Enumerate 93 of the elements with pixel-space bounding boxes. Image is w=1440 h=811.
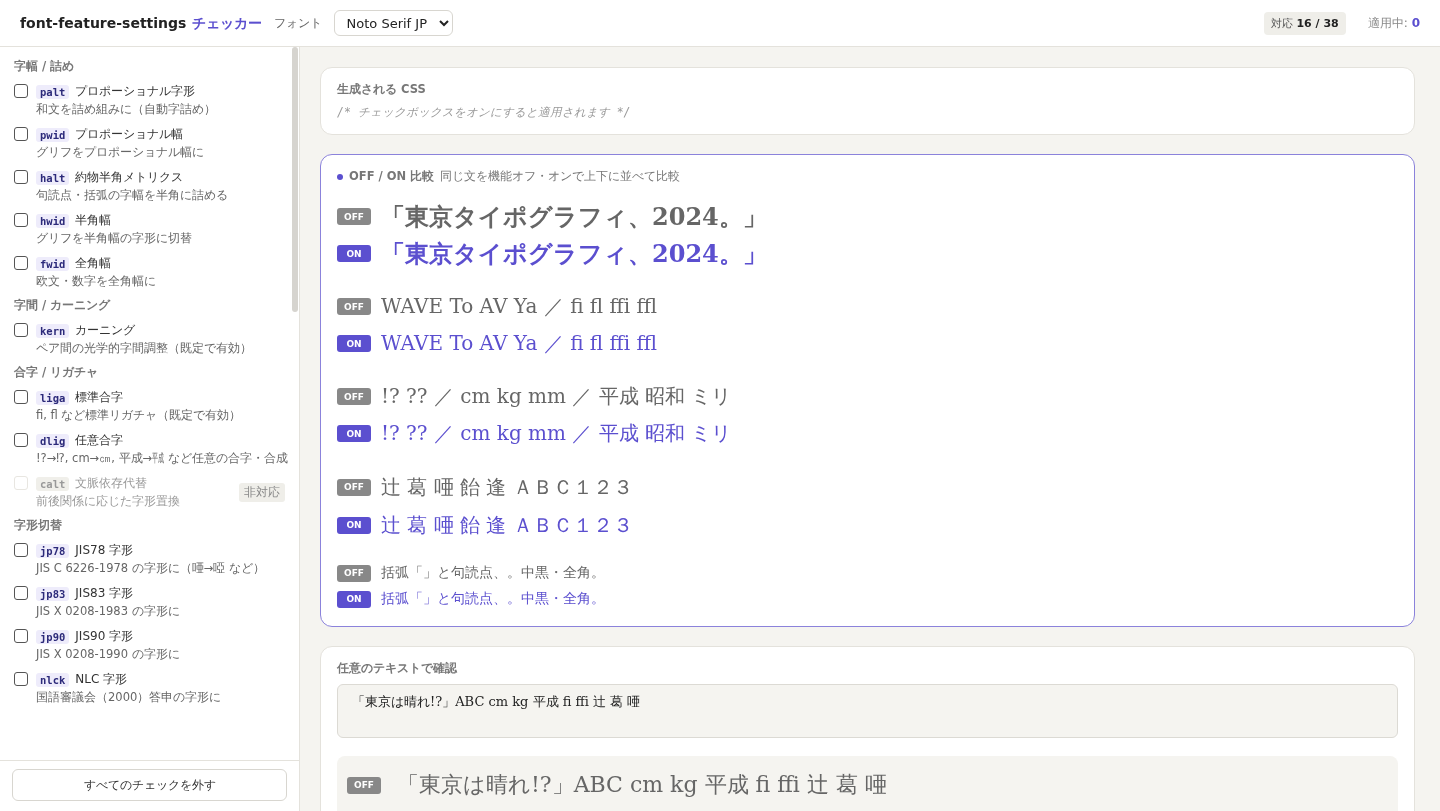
app-title-accent: チェッカー (191, 15, 262, 31)
group-heading: 字形切替 (14, 518, 63, 533)
off-badge: OFF (337, 388, 371, 405)
sample-text: !? ?? ／ cm kg mm ／ 平成 昭和 ミリ (381, 383, 732, 410)
feature-checkbox[interactable] (14, 323, 28, 337)
feature-description: 欧文・数字を全角幅に (36, 274, 157, 289)
feature-checkbox[interactable] (14, 586, 28, 600)
feature-description: 和文を詰め組みに（自動字詰め） (36, 102, 217, 117)
on-badge: ON (337, 516, 371, 534)
css-code: /* チェックボックスをオンにすると適用されます */ (337, 105, 632, 120)
feature-checkbox[interactable] (14, 672, 28, 686)
off-badge: OFF (337, 298, 371, 315)
sample-text: WAVE To AV Ya ／ fi fl ffi ffl (381, 293, 658, 320)
feature-tag: halt (36, 170, 70, 185)
feature-name: JIS78 字形 (75, 542, 134, 559)
on-badge: ON (337, 335, 371, 352)
feature-description: グリフを半角幅の字形に切替 (36, 231, 193, 246)
feature-checkbox[interactable] (14, 127, 28, 141)
feature-name: カーニング (75, 322, 136, 339)
on-badge: ON (337, 425, 371, 442)
feature-description: 国語審議会（2000）答申の字形に (36, 690, 223, 705)
on-badge: ON (337, 245, 371, 262)
feature-checkbox[interactable] (14, 213, 28, 227)
off-badge: OFF (337, 564, 371, 582)
feature-tag: palt (36, 84, 70, 99)
feature-description: 句読点・括弧の字幅を半角に詰める (36, 188, 229, 203)
feature-tag: calt (36, 476, 70, 491)
sample-text: 辻 葛 唖 飴 逢 ＡＢＣ１２３ (381, 511, 633, 539)
feature-tag: fwid (36, 256, 70, 271)
off-badge: OFF (337, 208, 371, 225)
clear-all-button[interactable]: すべてのチェックを外す (12, 769, 287, 801)
feature-description: JIS X 0208-1983 の字形に (36, 604, 181, 619)
feature-name: 任意合字 (75, 432, 124, 449)
sample-text: 括弧「」と句読点、。中黒・全角。 (381, 590, 605, 608)
active-count: 適用中: 0 (1367, 14, 1420, 32)
feature-name: 約物半角メトリクス (75, 169, 184, 186)
group-heading: 字幅 / 詰め (14, 59, 76, 74)
feature-checkbox[interactable] (14, 84, 28, 98)
feature-checkbox[interactable] (14, 390, 28, 404)
feature-tag: pwid (36, 127, 70, 142)
feature-tag: hwid (36, 213, 70, 228)
font-select[interactable]: Noto Serif JP (333, 10, 453, 36)
feature-name: 文脈依存代替 (75, 475, 148, 492)
feature-name: 全角幅 (75, 255, 112, 272)
off-badge: OFF (337, 478, 371, 496)
feature-description: JIS C 6226-1978 の字形に（唖→啞 など） (36, 561, 267, 576)
feature-description: グリフをプロポーショナル幅に (36, 145, 205, 160)
feature-checkbox[interactable] (14, 170, 28, 184)
feature-checkbox[interactable] (14, 256, 28, 270)
scrollbar-thumb[interactable] (292, 47, 298, 312)
feature-checkbox[interactable] (14, 433, 28, 447)
feature-name: プロポーショナル字形 (75, 83, 196, 100)
sample-text: 「東京タイポグラフィ、2024。」 (381, 200, 767, 233)
feature-name: 半角幅 (75, 212, 112, 229)
on-badge: ON (337, 590, 371, 608)
feature-tag: liga (36, 390, 70, 405)
feature-description: fi, fl など標準リガチャ（既定で有効） (36, 408, 243, 423)
panel-subtitle: 同じ文を機能オフ・オンで上下に並べて比較 (440, 169, 681, 184)
feature-name: JIS90 字形 (75, 628, 134, 645)
feature-description: 前後関係に応じた字形置換 (36, 494, 181, 509)
panel-label: OFF / ON 比較 (349, 169, 435, 184)
off-badge: OFF (347, 776, 381, 794)
feature-tag: nlck (36, 672, 70, 687)
feature-description: !?→⁉, cm→㎝, 平成→㍻ など任意の合字・合成 (36, 451, 288, 466)
feature-tag: kern (36, 323, 70, 338)
feature-tag: jp90 (36, 629, 70, 644)
app-title: font-feature-settings (20, 15, 187, 31)
feature-checkbox[interactable] (14, 543, 28, 557)
text-input[interactable]: 「東京は晴れ!?」ABC cm kg 平成 fi ffi 辻 葛 唖 (337, 684, 1398, 738)
font-label: フォント (273, 14, 322, 32)
feature-tag: jp78 (36, 543, 70, 558)
support-count: 対応 16 / 38 (1263, 11, 1346, 35)
sample-text: WAVE To AV Ya ／ fi fl ffi ffl (381, 330, 658, 357)
unsupported-badge: 非対応 (239, 483, 285, 502)
feature-checkbox[interactable] (14, 629, 28, 643)
feature-name: プロポーショナル幅 (75, 126, 184, 143)
group-heading: 合字 / リガチャ (14, 365, 100, 380)
sample-text: !? ?? ／ cm kg mm ／ 平成 昭和 ミリ (381, 420, 732, 447)
sample-text: 辻 葛 唖 飴 逢 ＡＢＣ１２３ (381, 473, 633, 501)
feature-name: NLC 字形 (75, 671, 128, 688)
panel-label: 生成される CSS (337, 82, 427, 97)
feature-tag: jp83 (36, 586, 70, 601)
sample-text: 「東京タイポグラフィ、2024。」 (381, 237, 767, 270)
feature-description: ペア間の光学的字間調整（既定で有効） (36, 341, 253, 356)
sample-text: 「東京は晴れ!?」ABC cm kg 平成 fi ffi 辻 葛 唖 (397, 771, 887, 799)
feature-tag: dlig (36, 433, 70, 448)
dot-icon (337, 173, 343, 180)
panel-label: 任意のテキストで確認 (337, 661, 458, 676)
sample-text: 括弧「」と句読点、。中黒・全角。 (381, 564, 605, 582)
feature-name: JIS83 字形 (75, 585, 134, 602)
group-heading: 字間 / カーニング (14, 298, 112, 313)
feature-name: 標準合字 (75, 389, 124, 406)
feature-description: JIS X 0208-1990 の字形に (36, 647, 181, 662)
